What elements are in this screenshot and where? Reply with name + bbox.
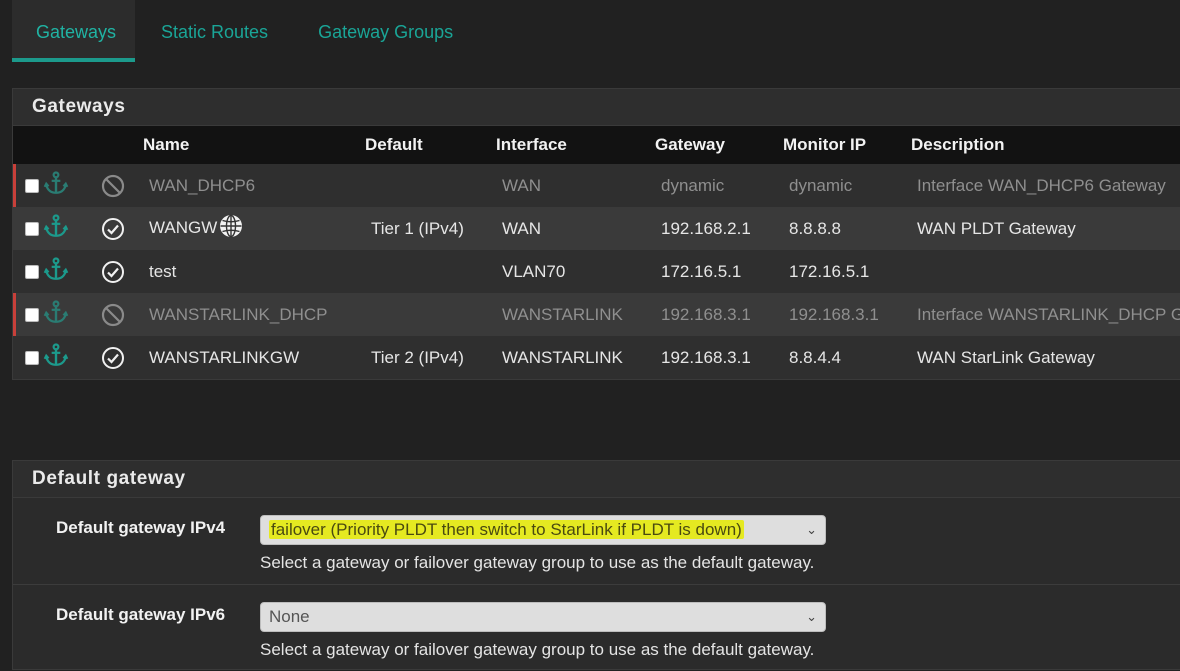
gateway-default: Tier 2 (IPv4) (371, 347, 464, 367)
gateway-description (911, 250, 1180, 293)
gateway-ip: 192.168.3.1 (661, 304, 751, 324)
tab-gateway-groups[interactable]: Gateway Groups (294, 0, 477, 62)
gateway-default: Tier 1 (IPv4) (371, 218, 464, 238)
gateways-panel-title: Gateways (13, 89, 1180, 126)
default-gateway-ipv4-value: failover (Priority PLDT then switch to S… (269, 520, 744, 539)
anchor-icon[interactable] (43, 256, 69, 287)
gateway-name: test (149, 261, 177, 281)
default-gateway-ipv4-label: Default gateway IPv4 (56, 518, 226, 537)
ban-icon (101, 303, 143, 327)
default-gateway-ipv6-value: None (269, 607, 310, 626)
gateway-name: WAN_DHCP6 (149, 175, 256, 195)
table-row[interactable]: WAN_DHCP6 WAN dynamic dynamic Interface WAN_… (13, 164, 1180, 207)
gateway-default (365, 164, 496, 207)
header-select (13, 126, 101, 164)
row-checkbox[interactable] (25, 350, 39, 365)
gateway-description: WAN StarLink Gateway (917, 347, 1095, 367)
table-header-row: Name Default Interface Gateway Monitor I… (13, 126, 1180, 164)
gateway-monitor-ip: 192.168.3.1 (789, 304, 879, 324)
gateway-interface: WAN (502, 175, 542, 195)
row-checkbox[interactable] (25, 221, 39, 236)
header-name[interactable]: Name (143, 126, 365, 164)
gateway-default (365, 250, 496, 293)
row-checkbox[interactable] (25, 264, 39, 279)
chevron-down-icon: ⌄ (806, 522, 817, 537)
gateway-interface: WANSTARLINK (502, 304, 623, 324)
tab-static-routes[interactable]: Static Routes (137, 0, 292, 62)
gateway-interface: VLAN70 (502, 261, 566, 281)
row-checkbox[interactable] (25, 178, 39, 193)
gateway-interface: WANSTARLINK (502, 347, 623, 367)
gateway-ip: 192.168.2.1 (661, 218, 751, 238)
default-gateway-ipv4-select[interactable]: failover (Priority PLDT then switch to S… (260, 515, 826, 545)
header-gateway[interactable]: Gateway (655, 126, 783, 164)
check-circle-icon (101, 217, 143, 241)
row-select-cell (13, 336, 101, 379)
table-row[interactable]: test VLAN70 172.16.5.1 172.16.5.1 (13, 250, 1180, 293)
table-row[interactable]: WANSTARLINK_DHCP WANSTARLINK 192.168.3.1 19… (13, 293, 1180, 336)
default-gateway-panel-title: Default gateway (13, 461, 1180, 498)
anchor-icon[interactable] (43, 299, 69, 330)
gateway-description: Interface WAN_DHCP6 Gateway (917, 175, 1166, 195)
table-row[interactable]: WANSTARLINKGW Tier 2 (IPv4) WANSTARLINK 192… (13, 336, 1180, 379)
gateway-description: WAN PLDT Gateway (917, 218, 1076, 238)
default-gateway-ipv6-label: Default gateway IPv6 (56, 605, 226, 624)
gateway-monitor-ip: 8.8.8.8 (789, 218, 841, 238)
tab-gateways[interactable]: Gateways (12, 0, 135, 62)
default-gateway-ipv4-row: Default gateway IPv4 failover (Priority … (13, 498, 1180, 585)
row-status-cell (101, 207, 143, 250)
gateway-name: WANGW (143, 207, 365, 250)
gateway-name: WANSTARLINK_DHCP (149, 304, 328, 324)
chevron-down-icon: ⌄ (806, 609, 817, 624)
globe-icon (219, 214, 243, 243)
default-gateway-ipv4-help: Select a gateway or failover gateway gro… (260, 553, 815, 572)
check-circle-icon (101, 346, 143, 370)
check-circle-icon (101, 260, 143, 284)
header-interface[interactable]: Interface (496, 126, 655, 164)
gateway-default (365, 293, 496, 336)
default-gateway-ipv6-help: Select a gateway or failover gateway gro… (260, 640, 815, 659)
row-status-cell (101, 250, 143, 293)
row-select-cell (13, 207, 101, 250)
anchor-icon[interactable] (43, 213, 69, 244)
gateway-monitor-ip: 172.16.5.1 (789, 261, 870, 281)
row-status-cell (101, 164, 143, 207)
row-status-cell (101, 293, 143, 336)
row-status-cell (101, 336, 143, 379)
gateway-ip: dynamic (661, 175, 725, 195)
default-gateway-ipv6-row: Default gateway IPv6 None ⌄ Select a gat… (13, 585, 1180, 671)
gateways-table: Name Default Interface Gateway Monitor I… (13, 126, 1180, 379)
header-default[interactable]: Default (365, 126, 496, 164)
row-select-cell (13, 164, 101, 207)
row-select-cell (13, 293, 101, 336)
gateway-monitor-ip: dynamic (789, 175, 853, 195)
ban-icon (101, 174, 143, 198)
gateway-description: Interface WANSTARLINK_DHCP Gateway (917, 304, 1180, 324)
gateways-panel: Gateways Name Default Interface Gateway … (12, 88, 1180, 380)
anchor-icon[interactable] (43, 170, 69, 201)
default-gateway-panel: Default gateway Default gateway IPv4 fai… (12, 460, 1180, 670)
gateway-ip: 172.16.5.1 (661, 261, 742, 281)
tab-bar: Gateways Static Routes Gateway Groups (12, 0, 477, 64)
header-status (101, 126, 143, 164)
header-description[interactable]: Description (911, 126, 1180, 164)
row-checkbox[interactable] (25, 307, 39, 322)
default-gateway-ipv6-select[interactable]: None ⌄ (260, 602, 826, 632)
gateway-name: WANSTARLINKGW (149, 347, 300, 367)
gateway-interface: WAN (502, 218, 542, 238)
gateway-monitor-ip: 8.8.4.4 (789, 347, 841, 367)
anchor-icon[interactable] (43, 342, 69, 373)
row-select-cell (13, 250, 101, 293)
table-row[interactable]: WANGW Tier 1 (IPv4) WAN 192.168.2.1 8.8.8.8 W… (13, 207, 1180, 250)
header-monitor-ip[interactable]: Monitor IP (783, 126, 911, 164)
gateway-ip: 192.168.3.1 (661, 347, 751, 367)
